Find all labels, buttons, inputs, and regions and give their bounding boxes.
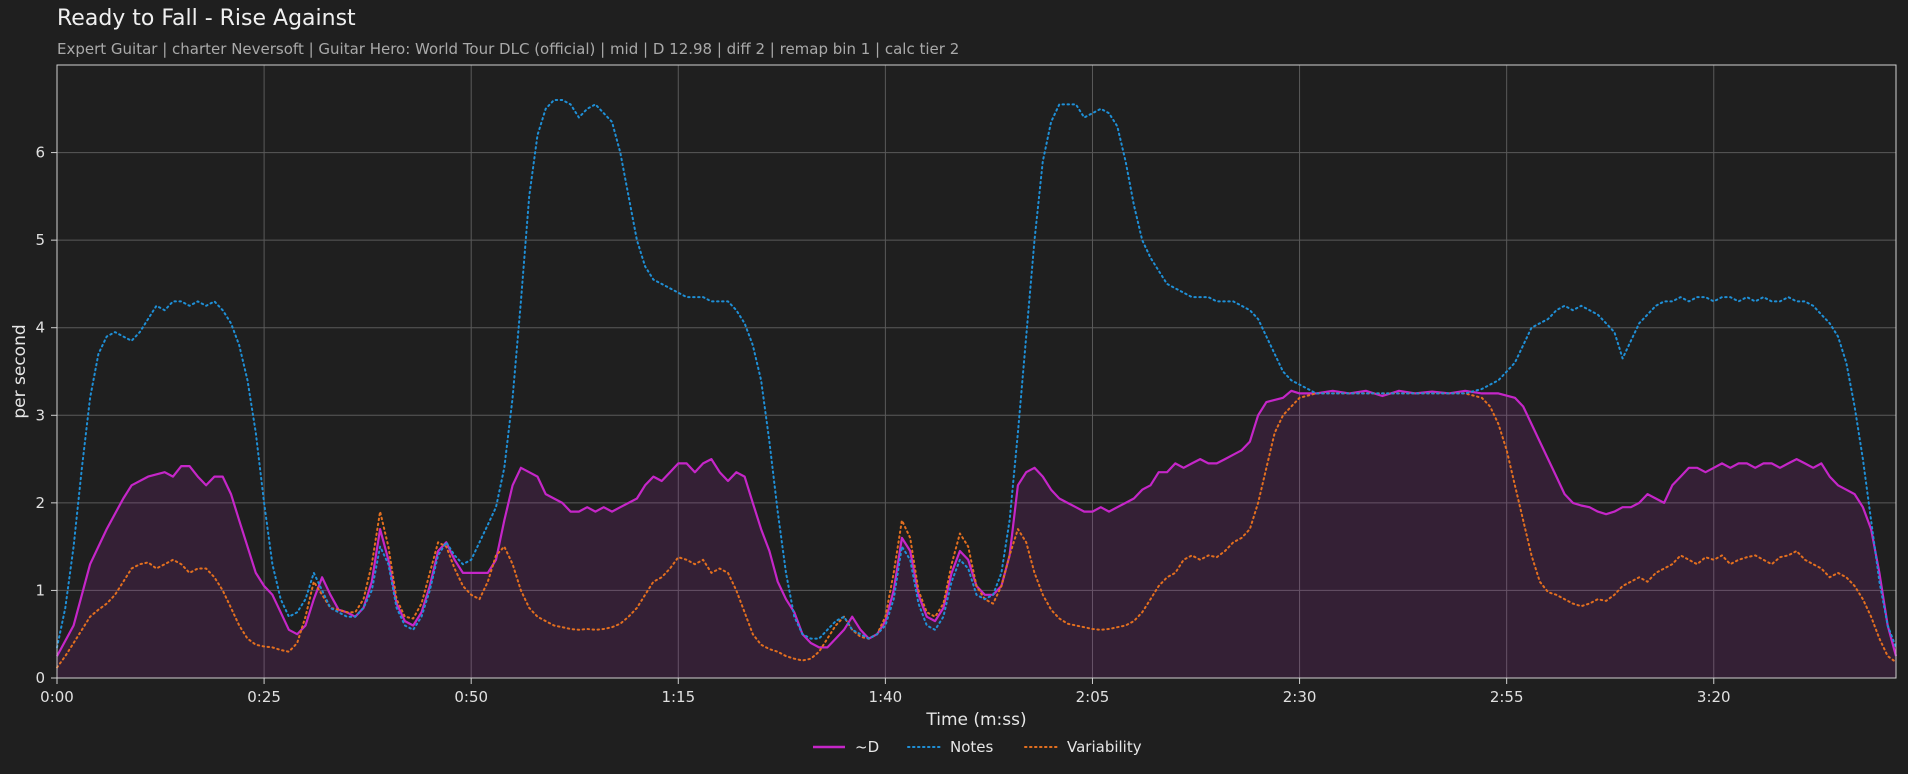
x-tick-label: 3:20 bbox=[1697, 688, 1731, 706]
series-area-d bbox=[57, 390, 1896, 678]
y-tick-label: 6 bbox=[35, 144, 45, 162]
x-tick-label: 0:50 bbox=[454, 688, 488, 706]
y-tick-label: 3 bbox=[35, 406, 45, 424]
x-axis-label: Time (m:ss) bbox=[925, 710, 1026, 730]
line-chart: 0:00 0:25 0:50 1:15 1:40 2:05 2:30 2:55 3:20 0 1 2 3… bbox=[10, 64, 1898, 756]
x-tick-label: 2:30 bbox=[1283, 688, 1317, 706]
x-tick-label: 0:00 bbox=[40, 688, 74, 706]
area-layer bbox=[57, 390, 1896, 678]
x-tick-label: 2:55 bbox=[1490, 688, 1524, 706]
y-axis-label: per second bbox=[10, 324, 30, 418]
legend: ~D Notes Variability bbox=[813, 738, 1142, 756]
x-tick-label: 1:15 bbox=[661, 688, 695, 706]
x-tick-label: 0:25 bbox=[247, 688, 281, 706]
y-tick-label: 1 bbox=[35, 581, 45, 599]
x-tick-label: 2:05 bbox=[1076, 688, 1110, 706]
legend-label: Notes bbox=[950, 738, 994, 756]
x-tick-label: 1:40 bbox=[869, 688, 903, 706]
y-tick-label: 4 bbox=[35, 319, 45, 337]
y-tick-label: 5 bbox=[35, 231, 45, 249]
legend-label: ~D bbox=[855, 738, 879, 756]
y-tick-label: 2 bbox=[35, 494, 45, 512]
y-tick-label: 0 bbox=[35, 669, 45, 687]
legend-label: Variability bbox=[1067, 738, 1142, 756]
